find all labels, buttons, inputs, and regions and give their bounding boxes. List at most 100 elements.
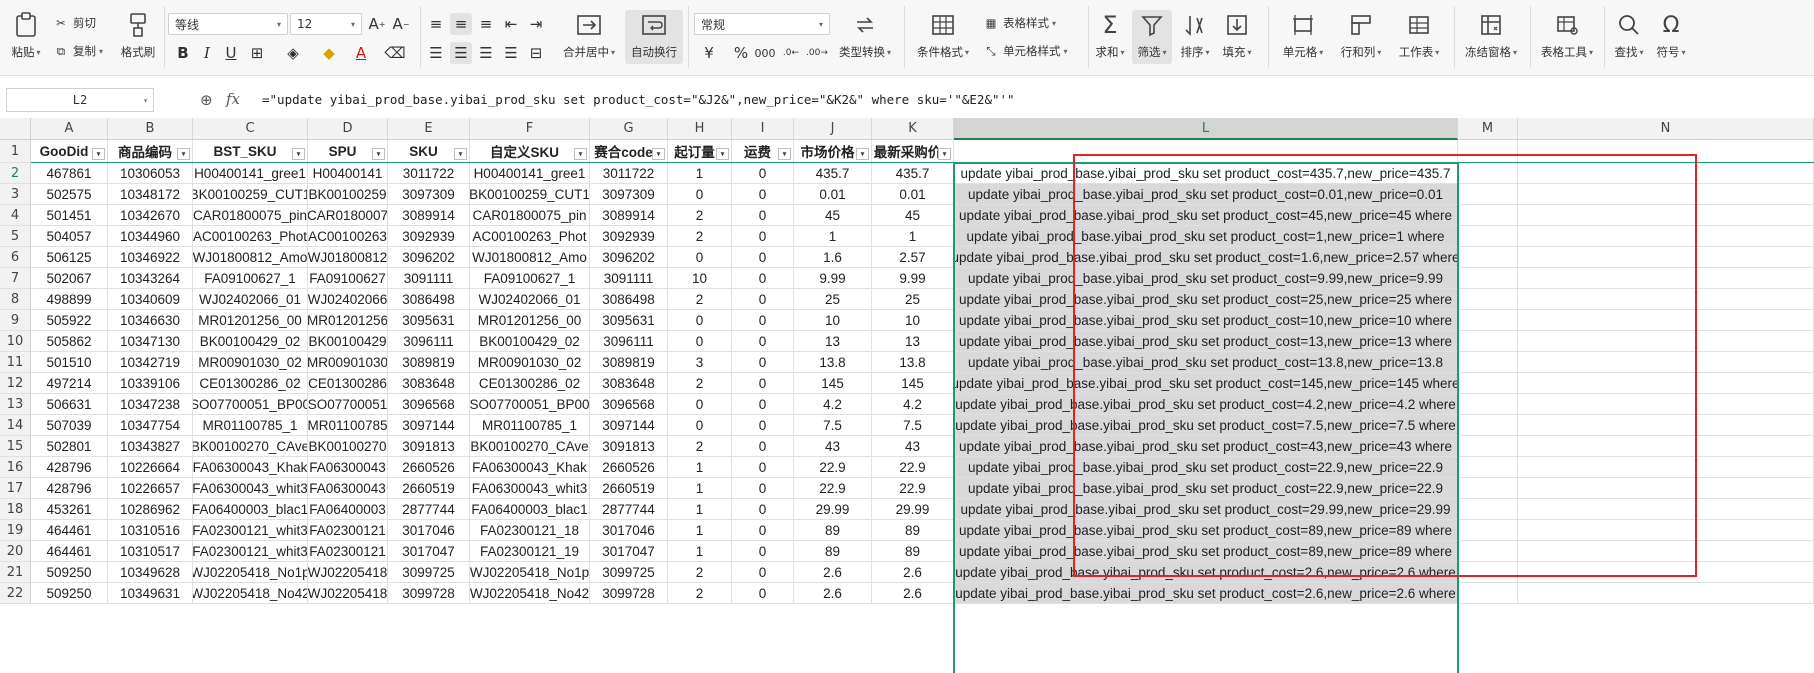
empty-cell[interactable] (1518, 247, 1814, 268)
empty-cell[interactable] (1458, 310, 1518, 331)
table-cell[interactable]: FA06400003_blac1 (470, 499, 590, 520)
table-cell[interactable]: 29.99 (872, 499, 954, 520)
table-cell[interactable]: 501510 (31, 352, 108, 373)
row-header[interactable]: 21 (0, 562, 31, 583)
empty-cell[interactable] (1458, 373, 1518, 394)
align-middle-icon[interactable]: ≡ (450, 13, 472, 35)
table-cell[interactable]: WJ01800812 (308, 247, 388, 268)
table-cell[interactable]: 10 (872, 310, 954, 331)
empty-cell[interactable] (1458, 352, 1518, 373)
table-cell[interactable]: 453261 (31, 499, 108, 520)
table-cell[interactable]: 3096202 (388, 247, 470, 268)
table-cell[interactable]: 2877744 (388, 499, 470, 520)
align-right-icon[interactable]: ☰ (475, 42, 497, 64)
empty-cell[interactable] (1518, 457, 1814, 478)
empty-cell[interactable] (1458, 289, 1518, 310)
table-cell[interactable]: 3017047 (388, 541, 470, 562)
table-cell[interactable]: 435.7 (794, 163, 872, 184)
table-cell[interactable]: 3095631 (388, 310, 470, 331)
table-cell[interactable]: 10340609 (108, 289, 193, 310)
table-cell[interactable]: 506125 (31, 247, 108, 268)
align-bottom-icon[interactable]: ≡ (475, 13, 497, 35)
table-cell[interactable]: MR00901030 (308, 352, 388, 373)
table-cell[interactable]: 9.99 (872, 268, 954, 289)
table-cell[interactable]: BK00100259_CUT1 (470, 184, 590, 205)
empty-cell[interactable] (1518, 520, 1814, 541)
filter-dropdown-icon[interactable]: ▾ (652, 148, 665, 160)
table-cell[interactable]: 10343264 (108, 268, 193, 289)
empty-cell[interactable] (1518, 541, 1814, 562)
table-cell[interactable]: BK00100270 (308, 436, 388, 457)
table-cell[interactable]: AC00100263_Phot (193, 226, 308, 247)
table-cell[interactable]: 497214 (31, 373, 108, 394)
table-cell[interactable]: 13.8 (872, 352, 954, 373)
align-left-icon[interactable]: ☰ (425, 42, 447, 64)
formula-result-cell[interactable]: update yibai_prod_base.yibai_prod_sku se… (954, 268, 1458, 289)
table-cell[interactable]: WJ02402066 (308, 289, 388, 310)
row-header[interactable]: 18 (0, 499, 31, 520)
table-cell[interactable]: 3083648 (388, 373, 470, 394)
empty-cell[interactable] (1518, 184, 1814, 205)
formula-result-cell[interactable]: update yibai_prod_base.yibai_prod_sku se… (954, 478, 1458, 499)
row-header[interactable]: 2 (0, 163, 31, 184)
zoom-icon[interactable]: ⊕ (200, 91, 213, 109)
empty-cell[interactable] (1518, 352, 1814, 373)
table-cell[interactable]: 0 (732, 583, 794, 604)
row-header[interactable]: 17 (0, 478, 31, 499)
table-cell[interactable]: 10 (668, 268, 732, 289)
table-cell[interactable]: 3096568 (388, 394, 470, 415)
column-header-d[interactable]: D (308, 118, 388, 140)
justify-icon[interactable]: ☰ (500, 42, 522, 64)
merge-center-button[interactable]: 合并居中 ▾ (558, 10, 620, 60)
table-cell[interactable]: 2 (668, 583, 732, 604)
increase-indent-icon[interactable]: ⇥ (525, 13, 547, 35)
empty-cell[interactable] (1518, 226, 1814, 247)
table-cell[interactable]: 13.8 (794, 352, 872, 373)
row-header[interactable]: 1 (0, 140, 31, 163)
table-cell[interactable]: 0 (732, 205, 794, 226)
table-cell[interactable]: 1 (668, 478, 732, 499)
empty-cell[interactable] (1518, 499, 1814, 520)
formula-result-cell[interactable]: update yibai_prod_base.yibai_prod_sku se… (954, 163, 1458, 184)
empty-cell[interactable] (1518, 415, 1814, 436)
table-cell[interactable]: FA06300043_whit3 (470, 478, 590, 499)
table-cell[interactable]: 505862 (31, 331, 108, 352)
table-cell[interactable]: MR00901030_02 (193, 352, 308, 373)
table-cell[interactable]: MR01100785 (308, 415, 388, 436)
table-cell[interactable]: FA02300121_19 (470, 541, 590, 562)
table-cell[interactable]: 1 (668, 520, 732, 541)
table-cell[interactable]: 4.2 (794, 394, 872, 415)
row-header[interactable]: 5 (0, 226, 31, 247)
empty-cell[interactable] (1458, 163, 1518, 184)
table-cell[interactable]: 10306053 (108, 163, 193, 184)
increase-font-icon[interactable]: A + (366, 13, 388, 35)
formula-result-cell[interactable]: update yibai_prod_base.yibai_prod_sku se… (954, 394, 1458, 415)
currency-icon[interactable]: ¥ (698, 42, 720, 64)
table-cell[interactable]: 1.6 (794, 247, 872, 268)
table-cell[interactable]: WJ02205418_No42 (470, 583, 590, 604)
row-header[interactable]: 11 (0, 352, 31, 373)
table-cell[interactable]: 2660519 (590, 478, 668, 499)
table-cell[interactable]: 0 (732, 268, 794, 289)
table-cell[interactable]: 10346922 (108, 247, 193, 268)
table-cell[interactable]: 22.9 (794, 457, 872, 478)
table-cell[interactable]: 9.99 (794, 268, 872, 289)
table-cell[interactable]: 22.9 (872, 478, 954, 499)
formula-result-cell[interactable]: update yibai_prod_base.yibai_prod_sku se… (954, 541, 1458, 562)
table-cell[interactable]: 22.9 (794, 478, 872, 499)
table-cell[interactable]: WJ02205418_No1p (470, 562, 590, 583)
table-cell[interactable]: 3089914 (388, 205, 470, 226)
table-cell[interactable]: FA02300121_whit3 (193, 541, 308, 562)
table-cell[interactable]: 3099728 (590, 583, 668, 604)
table-cell[interactable]: 13 (872, 331, 954, 352)
table-cell[interactable]: 3096111 (388, 331, 470, 352)
table-cell[interactable]: 1 (668, 163, 732, 184)
formula-result-cell[interactable]: update yibai_prod_base.yibai_prod_sku se… (954, 457, 1458, 478)
select-all-corner[interactable] (0, 118, 31, 140)
table-cell[interactable]: 25 (794, 289, 872, 310)
table-cell[interactable]: MR01201256_00 (193, 310, 308, 331)
table-cell[interactable]: 0 (732, 373, 794, 394)
formula-result-cell[interactable]: update yibai_prod_base.yibai_prod_sku se… (954, 415, 1458, 436)
table-cell[interactable]: 0 (732, 184, 794, 205)
table-cell[interactable]: 0 (732, 247, 794, 268)
